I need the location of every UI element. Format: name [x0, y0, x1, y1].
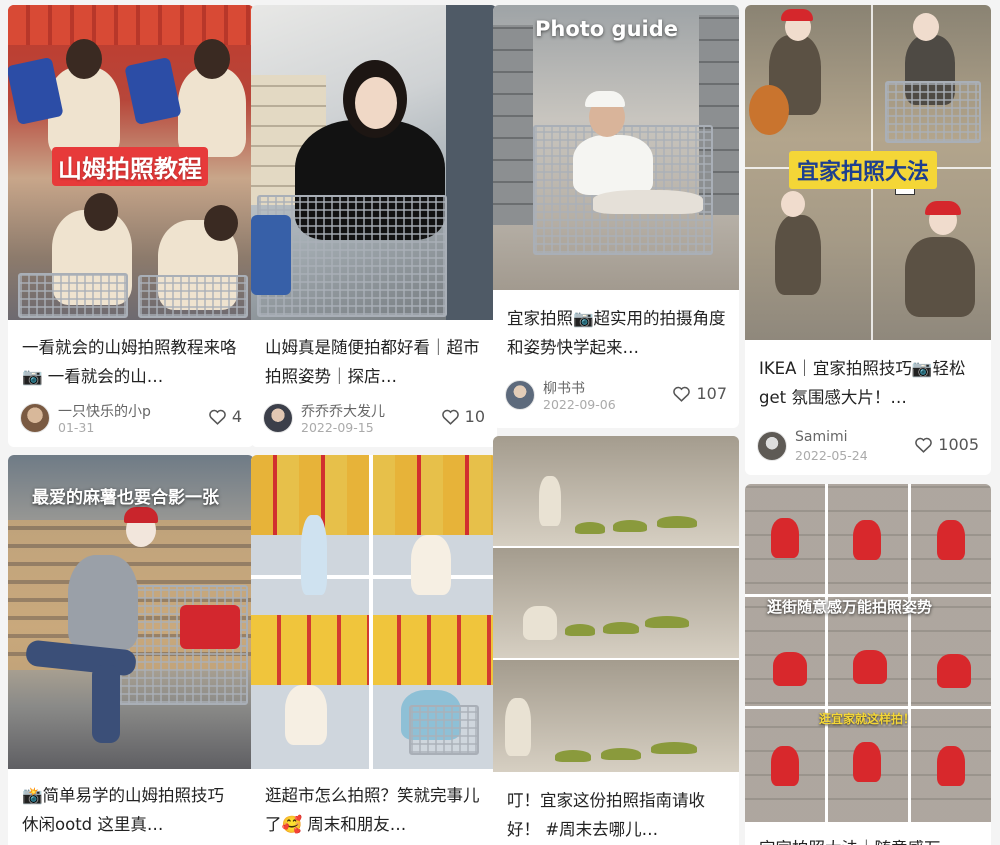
note-meta: 柳书书 2022-09-06 107: [505, 378, 727, 414]
heart-outline-icon: [673, 386, 691, 402]
note-meta: 乔乔乔大发儿 2022-09-15 10: [263, 401, 485, 437]
like-button[interactable]: 107: [672, 384, 727, 403]
author-name[interactable]: Samimi: [795, 429, 848, 445]
note-cover-image[interactable]: 逛街随意感万能拍照姿势 逛宜家就这样拍！: [745, 484, 991, 822]
note-title[interactable]: 叮！宜家这份拍照指南请收好！ #周末去哪儿…: [507, 786, 727, 844]
cover-overlay-text: 最爱的麻薯也要合影一张: [32, 488, 219, 508]
note-title[interactable]: 山姆真是随便拍都好看｜超市拍照姿势｜探店…: [265, 333, 485, 391]
note-cover-image[interactable]: [251, 5, 497, 320]
heart-outline-icon: [915, 437, 933, 453]
author-avatar[interactable]: [20, 403, 50, 433]
note-card[interactable]: 山姆真是随便拍都好看｜超市拍照姿势｜探店… 乔乔乔大发儿 2022-09-15 …: [251, 5, 497, 447]
post-date: 2022-09-15: [301, 420, 374, 435]
cover-overlay-text: Photo guide: [535, 17, 679, 41]
cover-overlay-subtext: 逛宜家就这样拍！: [819, 712, 916, 726]
note-card[interactable]: 宜家拍照大法 IKEA｜宜家拍照技巧📷轻松 get 氛围感大片！… Samimi…: [745, 5, 991, 475]
note-cover-image[interactable]: 宜家拍照大法: [745, 5, 991, 340]
like-button[interactable]: 4: [208, 407, 242, 426]
like-button[interactable]: 10: [441, 407, 485, 426]
author-avatar[interactable]: [757, 431, 787, 461]
heart-outline-icon: [208, 409, 226, 425]
note-card[interactable]: 最爱的麻薯也要合影一张 📸简单易学的山姆拍照技巧 休闲ootd 这里真…: [8, 455, 254, 845]
note-title[interactable]: 一看就会的山姆拍照教程来咯📷 一看就会的山…: [22, 333, 242, 391]
author-name[interactable]: 一只快乐的小p: [58, 401, 151, 421]
author-name[interactable]: 柳书书: [543, 378, 585, 398]
post-date: 2022-09-06: [543, 397, 616, 412]
note-meta: 一只快乐的小p 01-31 4: [20, 401, 242, 437]
like-count: 10: [464, 407, 485, 426]
like-count: 1005: [938, 435, 979, 454]
heart-outline-icon: [441, 409, 459, 425]
note-cover-image[interactable]: 山姆拍照教程: [8, 5, 254, 320]
note-card[interactable]: 叮！宜家这份拍照指南请收好！ #周末去哪儿…: [493, 436, 739, 845]
note-meta: Samimi 2022-05-24 1005: [757, 429, 979, 465]
cover-overlay-text: 山姆拍照教程: [52, 147, 208, 186]
note-card[interactable]: Photo guide 宜家拍照📷超实用的拍摄角度和姿势快学起来… 柳书书 20…: [493, 5, 739, 428]
note-cover-image[interactable]: Photo guide: [493, 5, 739, 290]
cover-overlay-text: 逛街随意感万能拍照姿势: [767, 598, 933, 616]
note-title[interactable]: IKEA｜宜家拍照技巧📷轻松 get 氛围感大片！…: [759, 354, 979, 412]
note-cover-image[interactable]: [493, 436, 739, 772]
note-cover-image[interactable]: [251, 455, 497, 769]
note-cover-image[interactable]: 最爱的麻薯也要合影一张: [8, 455, 254, 769]
like-button[interactable]: 1005: [914, 435, 979, 454]
note-title[interactable]: 宜家拍照大法｜随意感万…: [759, 834, 979, 845]
cover-overlay-text: 宜家拍照大法: [789, 151, 938, 189]
note-title[interactable]: 逛超市怎么拍照？笑就完事儿了🥰 周末和朋友…: [265, 781, 485, 839]
author-avatar[interactable]: [263, 403, 293, 433]
author-name[interactable]: 乔乔乔大发儿: [301, 401, 385, 421]
note-card[interactable]: 山姆拍照教程 一看就会的山姆拍照教程来咯📷 一看就会的山… 一只快乐的小p 01…: [8, 5, 254, 447]
like-count: 4: [231, 407, 242, 426]
note-card[interactable]: 逛超市怎么拍照？笑就完事儿了🥰 周末和朋友…: [251, 455, 497, 845]
like-count: 107: [696, 384, 727, 403]
author-avatar[interactable]: [505, 380, 535, 410]
post-date: 01-31: [58, 420, 95, 435]
note-title[interactable]: 宜家拍照📷超实用的拍摄角度和姿势快学起来…: [507, 304, 727, 362]
note-title[interactable]: 📸简单易学的山姆拍照技巧 休闲ootd 这里真…: [22, 781, 242, 839]
note-card[interactable]: 逛街随意感万能拍照姿势 逛宜家就这样拍！ 宜家拍照大法｜随意感万…: [745, 484, 991, 845]
post-date: 2022-05-24: [795, 448, 868, 463]
